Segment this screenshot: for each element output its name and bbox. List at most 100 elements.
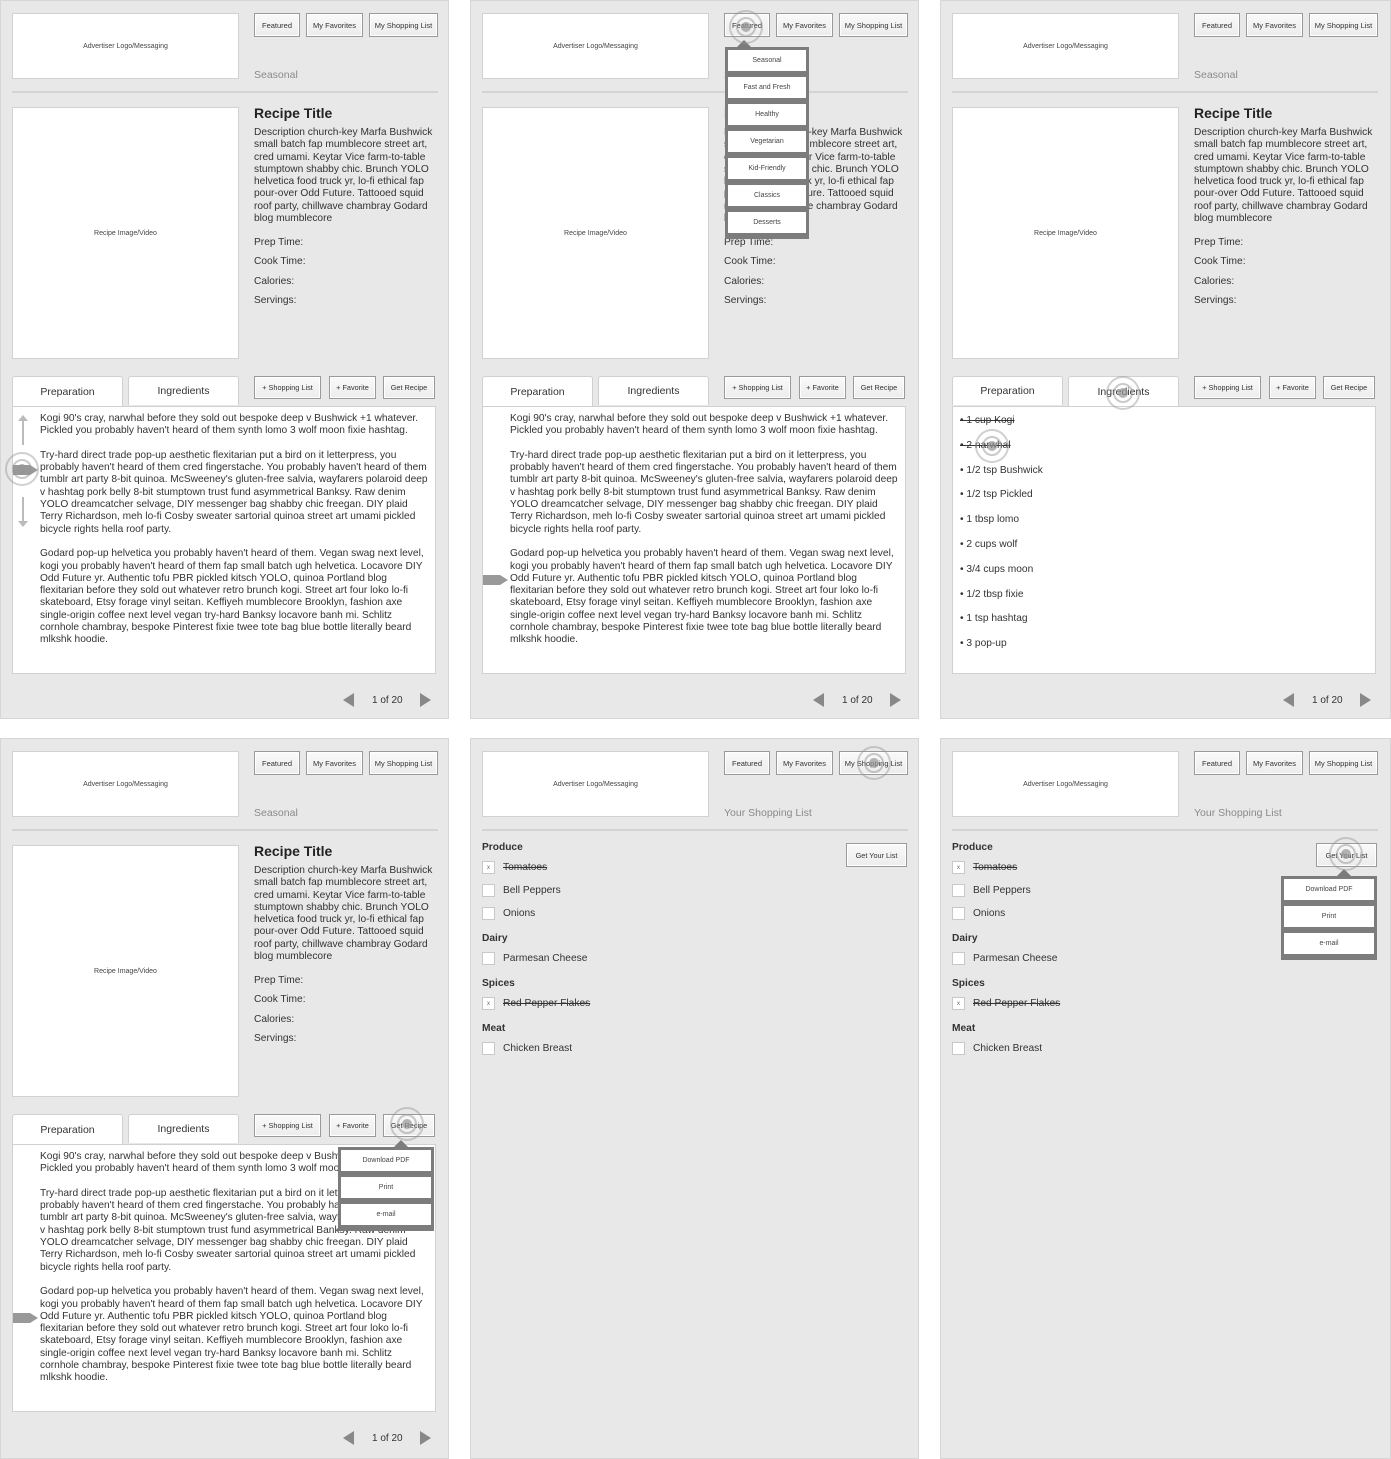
get-your-list-button[interactable]: Get Your List: [846, 843, 907, 867]
item-checkbox[interactable]: [482, 952, 495, 965]
tab-ingredients[interactable]: Ingredients: [128, 376, 239, 405]
ingredient-item[interactable]: • 1/2 tbsp fixie: [960, 588, 1043, 613]
ingredient-item[interactable]: • 3 pop-up: [960, 637, 1043, 662]
scroll-position-marker-icon[interactable]: [13, 465, 38, 475]
menu-item[interactable]: Download PDF: [1284, 879, 1374, 900]
my-shopping-list-button[interactable]: My Shopping List: [1309, 751, 1378, 775]
item-checkbox[interactable]: [952, 907, 965, 920]
add-favorite-button[interactable]: + Favorite: [329, 376, 376, 399]
item-checkbox[interactable]: [482, 884, 495, 897]
add-to-shopping-list-button[interactable]: + Shopping List: [254, 1114, 321, 1137]
get-recipe-button[interactable]: Get Recipe: [1323, 376, 1375, 399]
previous-arrow-icon[interactable]: [343, 1431, 354, 1445]
my-shopping-list-button[interactable]: My Shopping List: [839, 751, 908, 775]
my-favorites-button[interactable]: My Favorites: [1246, 13, 1303, 37]
recipe-media[interactable]: Recipe Image/Video: [482, 107, 709, 359]
menu-item[interactable]: Print: [341, 1177, 431, 1198]
add-to-shopping-list-button[interactable]: + Shopping List: [254, 376, 321, 399]
previous-arrow-icon[interactable]: [343, 693, 354, 707]
featured-button[interactable]: Featured: [724, 13, 770, 37]
add-to-shopping-list-button[interactable]: + Shopping List: [1194, 376, 1261, 399]
get-recipe-button[interactable]: Get Recipe: [383, 1114, 435, 1137]
item-checkbox[interactable]: x: [952, 997, 965, 1010]
menu-item[interactable]: Kid-Friendly: [728, 158, 806, 179]
featured-button[interactable]: Featured: [1194, 751, 1240, 775]
item-checkbox[interactable]: [952, 884, 965, 897]
ingredient-item[interactable]: • 1/2 tsp Bushwick: [960, 464, 1043, 489]
shopping-item[interactable]: Chicken Breast: [952, 1037, 1060, 1060]
item-checkbox[interactable]: x: [952, 861, 965, 874]
shopping-item[interactable]: Parmesan Cheese: [952, 947, 1060, 970]
my-favorites-button[interactable]: My Favorites: [776, 13, 833, 37]
tab-content[interactable]: Kogi 90's cray, narwhal before they sold…: [482, 406, 906, 674]
menu-item[interactable]: Desserts: [728, 212, 806, 233]
next-arrow-icon[interactable]: [419, 1431, 431, 1445]
shopping-item[interactable]: Bell Peppers: [952, 879, 1060, 902]
shopping-item[interactable]: x Red Pepper Flakes: [952, 992, 1060, 1015]
tab-preparation[interactable]: Preparation: [12, 376, 123, 407]
add-favorite-button[interactable]: + Favorite: [329, 1114, 376, 1137]
tab-ingredients[interactable]: Ingredients: [1068, 376, 1179, 407]
tab-preparation[interactable]: Preparation: [482, 376, 593, 407]
item-checkbox[interactable]: [482, 1042, 495, 1055]
add-favorite-button[interactable]: + Favorite: [1269, 376, 1316, 399]
menu-item[interactable]: e-mail: [341, 1204, 431, 1225]
tab-content[interactable]: Kogi 90's cray, narwhal before they sold…: [12, 406, 436, 674]
shopping-item[interactable]: Onions: [482, 902, 590, 925]
menu-item[interactable]: e-mail: [1284, 933, 1374, 954]
menu-item[interactable]: Vegetarian: [728, 131, 806, 152]
tab-ingredients[interactable]: Ingredients: [598, 376, 709, 405]
ingredient-item[interactable]: • 3/4 cups moon: [960, 563, 1043, 588]
scroll-position-marker-icon[interactable]: [13, 1313, 38, 1323]
my-favorites-button[interactable]: My Favorites: [306, 751, 363, 775]
my-shopping-list-button[interactable]: My Shopping List: [369, 13, 438, 37]
my-favorites-button[interactable]: My Favorites: [1246, 751, 1303, 775]
ingredient-item[interactable]: • 1 cup Kogi: [960, 414, 1043, 439]
shopping-item[interactable]: x Tomatoes: [482, 856, 590, 879]
item-checkbox[interactable]: [482, 907, 495, 920]
my-shopping-list-button[interactable]: My Shopping List: [839, 13, 908, 37]
add-to-shopping-list-button[interactable]: + Shopping List: [724, 376, 791, 399]
featured-button[interactable]: Featured: [254, 751, 300, 775]
menu-item[interactable]: Fast and Fresh: [728, 77, 806, 98]
ingredient-item[interactable]: • 1 tbsp lomo: [960, 513, 1043, 538]
item-checkbox[interactable]: [952, 1042, 965, 1055]
featured-button[interactable]: Featured: [724, 751, 770, 775]
shopping-item[interactable]: x Red Pepper Flakes: [482, 992, 590, 1015]
menu-item[interactable]: Classics: [728, 185, 806, 206]
featured-button[interactable]: Featured: [254, 13, 300, 37]
get-recipe-button[interactable]: Get Recipe: [853, 376, 905, 399]
next-arrow-icon[interactable]: [1359, 693, 1371, 707]
menu-item[interactable]: Seasonal: [728, 50, 806, 71]
next-arrow-icon[interactable]: [889, 693, 901, 707]
menu-item[interactable]: Healthy: [728, 104, 806, 125]
shopping-item[interactable]: x Tomatoes: [952, 856, 1060, 879]
ingredient-item[interactable]: • 1 tsp hashtag: [960, 612, 1043, 637]
tab-ingredients[interactable]: Ingredients: [128, 1114, 239, 1143]
tab-content[interactable]: • 1 cup Kogi • 2 narwhal • 1/2 tsp Bushwic…: [952, 406, 1376, 674]
shopping-item[interactable]: Parmesan Cheese: [482, 947, 590, 970]
get-your-list-button[interactable]: Get Your List: [1316, 843, 1377, 867]
scroll-position-marker-icon[interactable]: [483, 575, 508, 585]
ingredient-item[interactable]: • 2 cups wolf: [960, 538, 1043, 563]
ingredient-item[interactable]: • 2 narwhal: [960, 439, 1043, 464]
my-shopping-list-button[interactable]: My Shopping List: [369, 751, 438, 775]
get-recipe-button[interactable]: Get Recipe: [383, 376, 435, 399]
recipe-media[interactable]: Recipe Image/Video: [952, 107, 1179, 359]
my-favorites-button[interactable]: My Favorites: [776, 751, 833, 775]
item-checkbox[interactable]: [952, 952, 965, 965]
featured-button[interactable]: Featured: [1194, 13, 1240, 37]
item-checkbox[interactable]: x: [482, 997, 495, 1010]
tab-preparation[interactable]: Preparation: [952, 376, 1063, 405]
my-favorites-button[interactable]: My Favorites: [306, 13, 363, 37]
previous-arrow-icon[interactable]: [813, 693, 824, 707]
shopping-item[interactable]: Bell Peppers: [482, 879, 590, 902]
shopping-item[interactable]: Chicken Breast: [482, 1037, 590, 1060]
recipe-media[interactable]: Recipe Image/Video: [12, 845, 239, 1097]
item-checkbox[interactable]: x: [482, 861, 495, 874]
my-shopping-list-button[interactable]: My Shopping List: [1309, 13, 1378, 37]
ingredient-item[interactable]: • 1/2 tsp Pickled: [960, 488, 1043, 513]
tab-preparation[interactable]: Preparation: [12, 1114, 123, 1145]
menu-item[interactable]: Print: [1284, 906, 1374, 927]
previous-arrow-icon[interactable]: [1283, 693, 1294, 707]
